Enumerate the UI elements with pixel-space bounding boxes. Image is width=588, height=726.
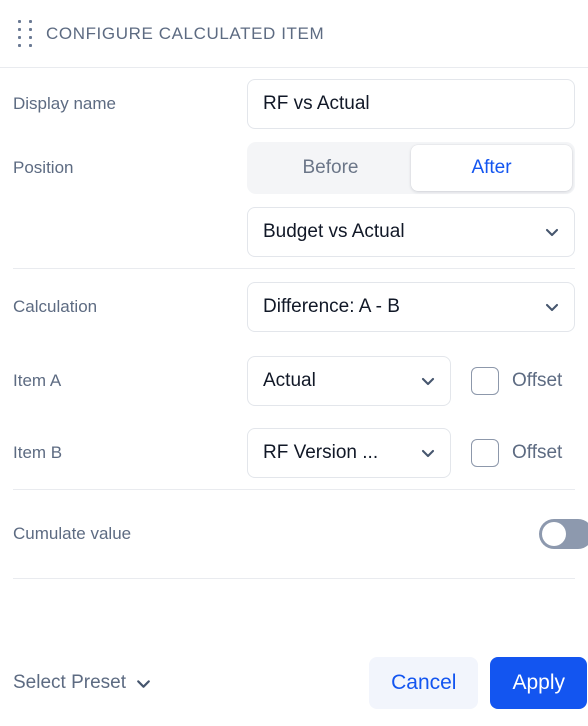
item-b-offset-label: Offset xyxy=(512,442,563,463)
cancel-button[interactable]: Cancel xyxy=(369,657,479,709)
select-preset-dropdown[interactable]: Select Preset xyxy=(13,672,153,694)
scenario-select[interactable]: Budget vs Actual xyxy=(247,207,575,257)
item-b-control: RF Version ... Offset xyxy=(247,428,575,478)
item-a-label: Item A xyxy=(13,371,62,390)
item-a-row: Item A Actual Offset xyxy=(0,345,588,417)
display-name-control xyxy=(247,79,575,129)
apply-button[interactable]: Apply xyxy=(490,657,587,709)
display-name-label: Display name xyxy=(13,94,116,113)
position-option-after[interactable]: After xyxy=(411,145,572,191)
item-a-offset-label: Offset xyxy=(512,370,563,391)
item-a-select[interactable]: Actual xyxy=(247,356,451,406)
panel-header: CONFIGURE CALCULATED ITEM xyxy=(0,0,588,68)
position-label: Position xyxy=(13,158,74,177)
display-name-row: Display name xyxy=(0,68,588,140)
scenario-row: Budget vs Actual xyxy=(0,196,588,268)
display-name-input[interactable] xyxy=(247,79,575,129)
chevron-down-icon xyxy=(421,377,435,386)
item-b-select-value: RF Version ... xyxy=(263,442,379,463)
chevron-down-icon xyxy=(421,449,435,458)
configure-calculated-item-panel: CONFIGURE CALCULATED ITEM Display name P… xyxy=(0,0,588,726)
item-b-offset: Offset xyxy=(471,439,562,467)
toggle-knob xyxy=(542,522,566,546)
chevron-down-icon xyxy=(137,679,150,688)
position-control: Before After xyxy=(247,142,575,194)
cumulate-value-toggle[interactable] xyxy=(539,519,588,549)
calculation-select-value: Difference: A - B xyxy=(263,296,400,317)
calculation-label: Calculation xyxy=(13,297,98,316)
item-a-control: Actual Offset xyxy=(247,356,575,406)
calculation-control: Difference: A - B xyxy=(247,282,575,332)
calculation-select[interactable]: Difference: A - B xyxy=(247,282,575,332)
chevron-down-icon xyxy=(545,228,559,237)
cumulate-value-control xyxy=(247,519,588,549)
select-preset-label: Select Preset xyxy=(13,672,126,693)
item-b-offset-checkbox[interactable] xyxy=(471,439,499,467)
divider-3 xyxy=(13,578,575,579)
position-option-before[interactable]: Before xyxy=(250,145,411,191)
page-title: CONFIGURE CALCULATED ITEM xyxy=(46,23,325,43)
item-a-offset: Offset xyxy=(471,367,562,395)
position-segmented-control: Before After xyxy=(247,142,575,194)
item-b-label: Item B xyxy=(13,443,63,462)
cumulate-value-row: Cumulate value xyxy=(0,490,588,578)
item-b-select[interactable]: RF Version ... xyxy=(247,428,451,478)
panel-footer: Select Preset Cancel Apply xyxy=(0,640,588,726)
item-a-select-value: Actual xyxy=(263,370,316,391)
scenario-control: Budget vs Actual xyxy=(247,207,575,257)
item-a-offset-checkbox[interactable] xyxy=(471,367,499,395)
panel-body: Display name Position Before After Budge… xyxy=(0,68,588,640)
calculation-row: Calculation Difference: A - B xyxy=(0,269,588,345)
drag-dots-icon[interactable] xyxy=(16,19,34,49)
chevron-down-icon xyxy=(545,303,559,312)
item-b-row: Item B RF Version ... Offset xyxy=(0,417,588,489)
scenario-select-value: Budget vs Actual xyxy=(263,221,405,242)
cumulate-value-label: Cumulate value xyxy=(13,524,132,543)
position-row: Position Before After xyxy=(0,140,588,196)
